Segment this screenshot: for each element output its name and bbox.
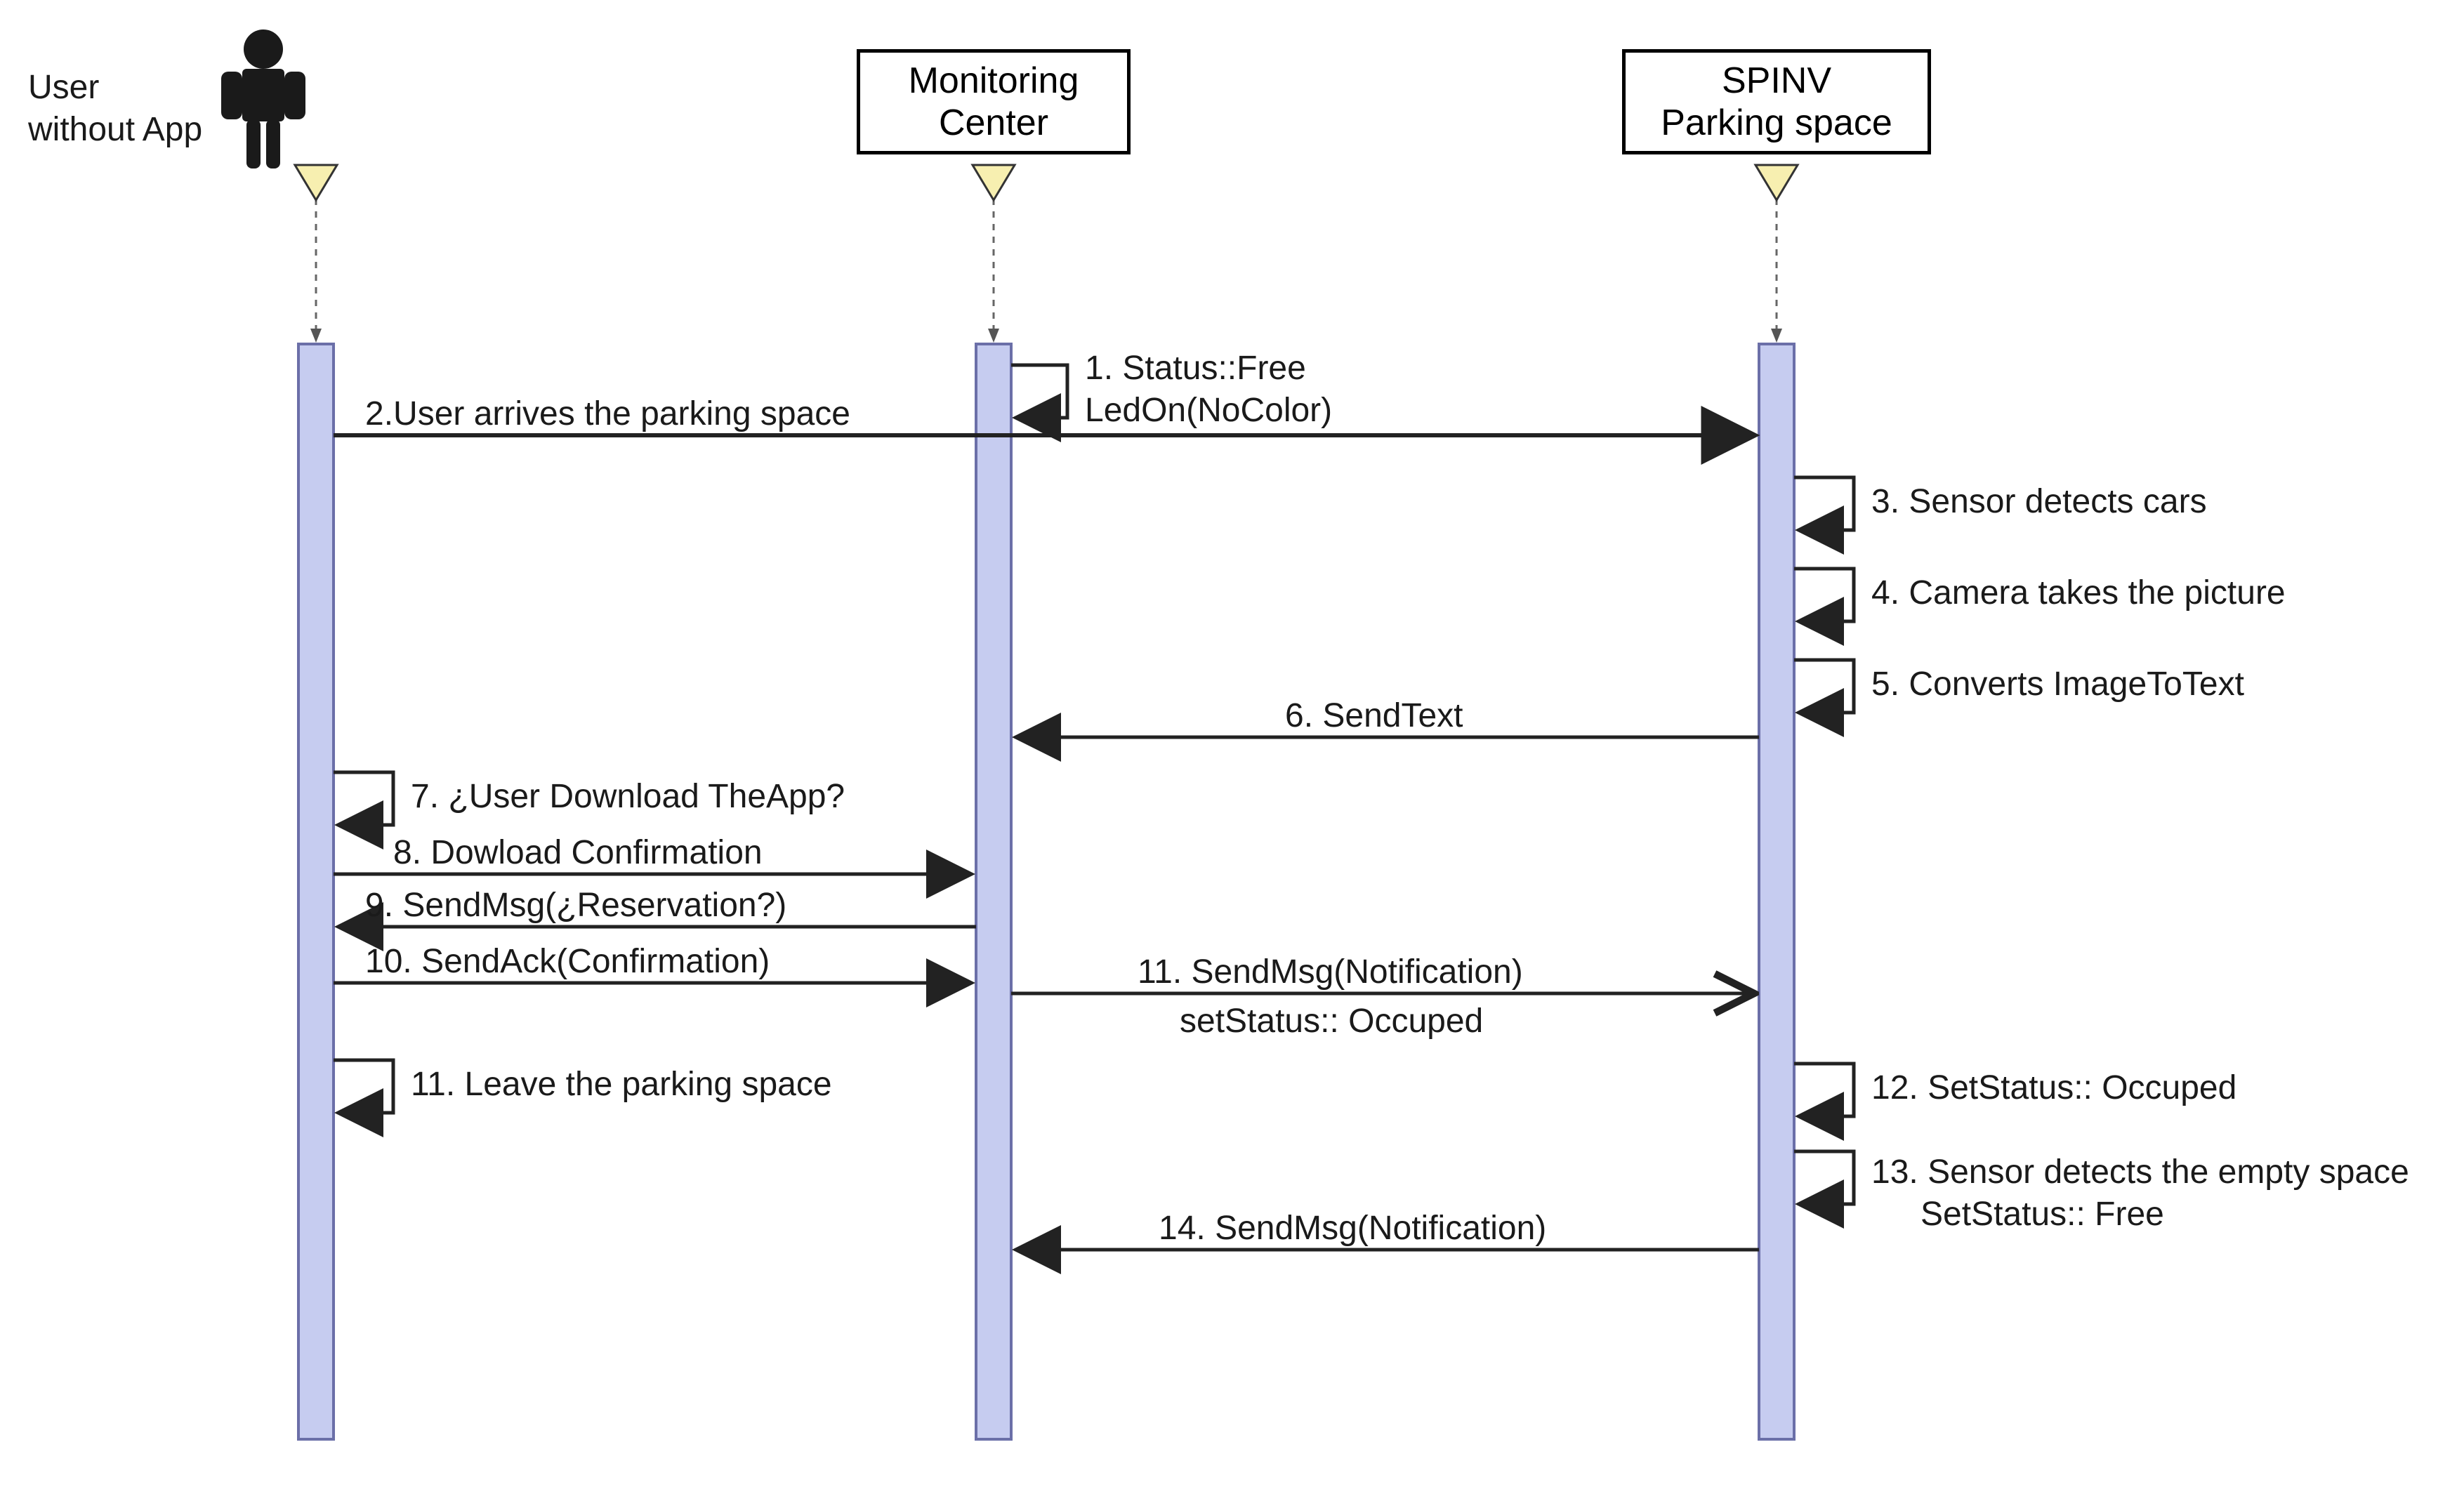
monitor-title-2: Center xyxy=(909,102,1079,144)
msg-2: 2.User arrives the parking space xyxy=(365,393,850,435)
msg-13b: SetStatus:: Free xyxy=(1921,1194,2164,1236)
msg-9: 9. SendMsg(¿Reservation?) xyxy=(365,885,786,927)
msg-12: 12. SetStatus:: Occuped xyxy=(1871,1067,2236,1109)
msg-11c: 11. Leave the parking space xyxy=(411,1064,832,1106)
msg-3: 3. Sensor detects cars xyxy=(1871,481,2207,523)
sequence-diagram: Monitoring Center SPINV Parking space Us… xyxy=(0,0,2464,1494)
msg-7: 7. ¿User Download TheApp? xyxy=(411,776,845,818)
monitor-title-1: Monitoring xyxy=(909,60,1079,102)
spinv-title-1: SPINV xyxy=(1661,60,1892,102)
msg-1b: LedOn(NoColor) xyxy=(1085,390,1332,432)
msg-5: 5. Converts ImageToText xyxy=(1871,663,2244,706)
msg-10: 10. SendAck(Confirmation) xyxy=(365,941,770,983)
msg-4: 4. Camera takes the picture xyxy=(1871,572,2286,614)
msg-11a: 11. SendMsg(Notification) xyxy=(1138,951,1523,993)
actor-user-label-2: without App xyxy=(28,109,202,151)
lifeline-head-spinv: SPINV Parking space xyxy=(1622,49,1931,154)
actor-user-label-1: User xyxy=(28,67,99,109)
msg-8: 8. Dowload Confirmation xyxy=(393,832,763,874)
lifeline-head-monitor: Monitoring Center xyxy=(857,49,1131,154)
msg-1a: 1. Status::Free xyxy=(1085,348,1306,390)
person-icon xyxy=(221,29,305,168)
msg-14: 14. SendMsg(Notification) xyxy=(1159,1208,1546,1250)
spinv-title-2: Parking space xyxy=(1661,102,1892,144)
msg-13a: 13. Sensor detects the empty space xyxy=(1871,1151,2409,1194)
msg-6: 6. SendText xyxy=(1285,695,1463,737)
msg-11b: setStatus:: Occuped xyxy=(1180,1000,1483,1043)
diagram-svg xyxy=(0,0,2464,1494)
